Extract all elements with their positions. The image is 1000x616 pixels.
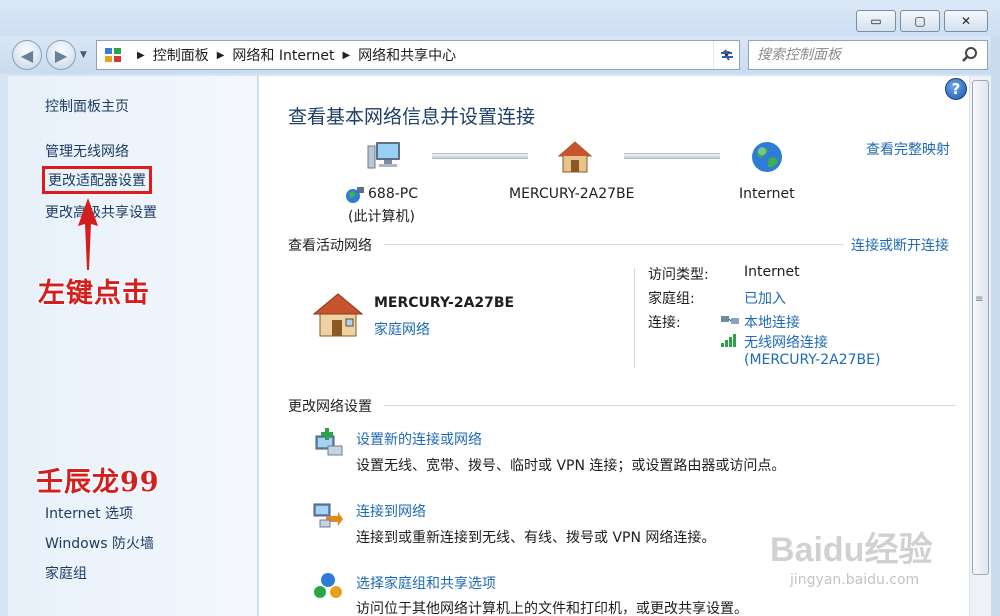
active-network-name: MERCURY-2A27BE: [374, 295, 515, 311]
task-desc-new-connection: 设置无线、宽带、拨号、临时或 VPN 连接；或设置路由器或访问点。: [356, 458, 786, 474]
close-button[interactable]: ✕: [944, 10, 988, 32]
homegroup-label: 家庭组:: [648, 291, 695, 307]
baidu-watermark: Baidu经验: [770, 531, 933, 569]
change-advanced-sharing-link[interactable]: 更改高级共享设置: [45, 202, 157, 222]
task-pane: 控制面板主页 管理无线网络 更改适配器设置 更改高级共享设置 左键点击 壬辰龙9…: [8, 76, 258, 616]
wired-connection-icon: [721, 316, 739, 324]
homegroup-sharing-icon[interactable]: [312, 570, 344, 602]
homegroup-joined-link[interactable]: 已加入: [744, 288, 786, 308]
author-annotation: 壬辰龙99: [36, 467, 160, 498]
section-divider: [384, 244, 844, 245]
connection-line: [432, 153, 528, 159]
minimize-button[interactable]: ▭: [856, 10, 896, 32]
scrollbar-grip-icon: ≡: [975, 294, 984, 305]
page-title: 查看基本网络信息并设置连接: [288, 106, 536, 128]
network-pc-icon: [346, 187, 364, 203]
watermark-url: jingyan.baidu.com: [790, 572, 920, 588]
window-border: [991, 36, 1000, 616]
change-adapter-settings-link[interactable]: 更改适配器设置: [42, 166, 152, 194]
internet-label: Internet: [739, 186, 795, 202]
red-arrow-icon: [78, 198, 98, 270]
pc-name: 688-PC: [368, 186, 418, 202]
local-connection-link[interactable]: 本地连接: [744, 312, 800, 332]
windows-firewall-link[interactable]: Windows 防火墙: [45, 533, 154, 553]
vertical-divider: [634, 268, 635, 368]
forward-arrow-icon: ▶: [54, 45, 68, 65]
breadcrumb-network-sharing-center[interactable]: 网络和共享中心: [358, 45, 456, 65]
close-icon: ✕: [960, 14, 972, 28]
breadcrumb-arrow-icon[interactable]: ▶: [137, 50, 145, 61]
access-type-value: Internet: [744, 264, 800, 280]
pc-subtitle: (此计算机): [348, 209, 415, 225]
vertical-scrollbar[interactable]: ≡: [969, 76, 991, 616]
back-button[interactable]: ◀: [12, 40, 42, 70]
connect-disconnect-link[interactable]: 连接或断开连接: [851, 235, 949, 255]
task-title-connect-network[interactable]: 连接到网络: [356, 501, 426, 521]
task-title-homegroup[interactable]: 选择家庭组和共享选项: [356, 573, 496, 593]
search-input[interactable]: [757, 47, 957, 63]
manage-wireless-link[interactable]: 管理无线网络: [45, 141, 129, 161]
wireless-connection-link[interactable]: 无线网络连接: [744, 332, 828, 352]
breadcrumb-control-panel[interactable]: 控制面板: [153, 45, 209, 65]
task-title-new-connection[interactable]: 设置新的连接或网络: [356, 429, 482, 449]
connections-label: 连接:: [648, 315, 681, 331]
help-icon: ?: [951, 80, 961, 98]
connect-network-icon[interactable]: [312, 498, 344, 530]
globe-icon: [752, 142, 782, 172]
access-type-label: 访问类型:: [648, 267, 709, 283]
new-connection-icon[interactable]: [312, 426, 344, 458]
task-desc-homegroup: 访问位于其他网络计算机上的文件和打印机，或更改共享设置。: [356, 601, 748, 616]
change-settings-heading: 更改网络设置: [288, 399, 372, 415]
refresh-icon: [721, 49, 733, 61]
window-controls: ▭ ▢ ✕: [856, 10, 988, 32]
search-box: [748, 40, 988, 70]
help-button[interactable]: ?: [945, 78, 967, 100]
task-desc-connect-network: 连接到或重新连接到无线、有线、拨号或 VPN 网络连接。: [356, 530, 716, 546]
navigation-bar: ◀ ▶ ▼ ▶ 控制面板 ▶ 网络和 Internet ▶ 网络和共享中心 ▼: [0, 36, 1000, 74]
breadcrumb-arrow-icon[interactable]: ▶: [342, 50, 350, 61]
internet-options-link[interactable]: Internet 选项: [45, 503, 133, 523]
section-divider: [384, 405, 956, 406]
maximize-icon: ▢: [914, 14, 926, 28]
search-icon[interactable]: [961, 46, 979, 64]
computer-icon: [367, 142, 400, 169]
wireless-ssid-link[interactable]: (MERCURY-2A27BE): [744, 352, 880, 368]
maximize-button[interactable]: ▢: [900, 10, 940, 32]
address-bar[interactable]: ▶ 控制面板 ▶ 网络和 Internet ▶ 网络和共享中心 ▼: [96, 40, 740, 70]
click-hint-annotation: 左键点击: [38, 278, 150, 309]
scrollbar-thumb[interactable]: [972, 80, 989, 575]
back-arrow-icon: ◀: [20, 45, 34, 65]
control-panel-home-link[interactable]: 控制面板主页: [45, 96, 129, 116]
home-network-icon[interactable]: [312, 292, 364, 338]
network-type-link[interactable]: 家庭网络: [374, 319, 430, 339]
connection-line: [624, 153, 720, 159]
title-bar: ▭ ▢ ✕: [0, 0, 1000, 36]
control-panel-icon: [105, 48, 121, 62]
minimize-icon: ▭: [870, 14, 882, 28]
wireless-signal-icon: [721, 334, 736, 347]
breadcrumb-network-internet[interactable]: 网络和 Internet: [232, 45, 334, 65]
homegroup-link[interactable]: 家庭组: [45, 563, 87, 583]
forward-button[interactable]: ▶: [46, 40, 76, 70]
breadcrumb-arrow-icon[interactable]: ▶: [217, 50, 225, 61]
active-networks-heading: 查看活动网络: [288, 238, 372, 254]
refresh-button[interactable]: [712, 40, 742, 70]
router-name: MERCURY-2A27BE: [509, 186, 635, 202]
house-icon: [557, 141, 593, 173]
recent-pages-dropdown[interactable]: ▼: [80, 50, 87, 60]
see-full-map-link[interactable]: 查看完整映射: [866, 139, 950, 159]
